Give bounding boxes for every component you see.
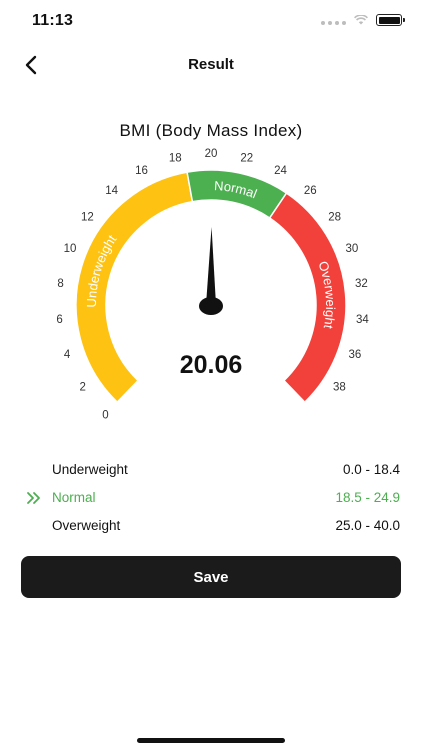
bmi-ranges-list: Underweight 0.0 - 18.4 Normal 18.5 - 24.… [0,456,422,540]
range-value: 25.0 - 40.0 [335,518,400,533]
gauge-tick-label: 22 [240,152,253,164]
gauge-tick-label: 6 [56,314,62,326]
gauge-tick-label: 4 [64,349,71,361]
gauge-tick-label: 8 [57,278,63,290]
home-indicator [137,738,285,743]
range-value: 18.5 - 24.9 [335,490,400,505]
bmi-value: 20.06 [180,351,243,379]
gauge-tick-label: 32 [355,278,368,290]
gauge-tick-label: 10 [64,243,77,255]
gauge-tick-label: 12 [81,212,94,224]
gauge-needle [206,227,216,306]
gauge-tick-label: 2 [79,381,85,393]
gauge-tick-label: 38 [333,381,346,393]
gauge-tick-label: 0 [102,409,108,420]
gauge-tick-label: 30 [346,243,359,255]
gauge-tick-label: 28 [328,212,341,224]
gauge-tick-label: 16 [135,165,148,177]
double-chevron-right-icon [27,492,40,504]
gauge-tick-label: 36 [348,349,361,361]
gauge-tick-label: 34 [356,314,369,326]
gauge-tick-label: 14 [105,185,118,197]
range-row-normal: Normal 18.5 - 24.9 [0,484,422,512]
range-row-overweight: Overweight 25.0 - 40.0 [0,512,422,540]
range-row-underweight: Underweight 0.0 - 18.4 [0,456,422,484]
gauge-tick-label: 26 [304,185,317,197]
bmi-gauge: 024681012141618 20 222426283032343638 Unde… [56,148,369,420]
range-label: Overweight [52,518,121,533]
gauge-tick-label: 18 [169,152,182,164]
gauge-needle-hub [199,297,223,315]
range-value: 0.0 - 18.4 [342,462,400,477]
gauge-tick-label: 20 [205,148,218,160]
save-button[interactable]: Save [21,556,401,598]
gauge-tick-label: 24 [274,165,287,177]
range-label: Underweight [52,462,128,477]
range-label: Normal [52,490,96,505]
